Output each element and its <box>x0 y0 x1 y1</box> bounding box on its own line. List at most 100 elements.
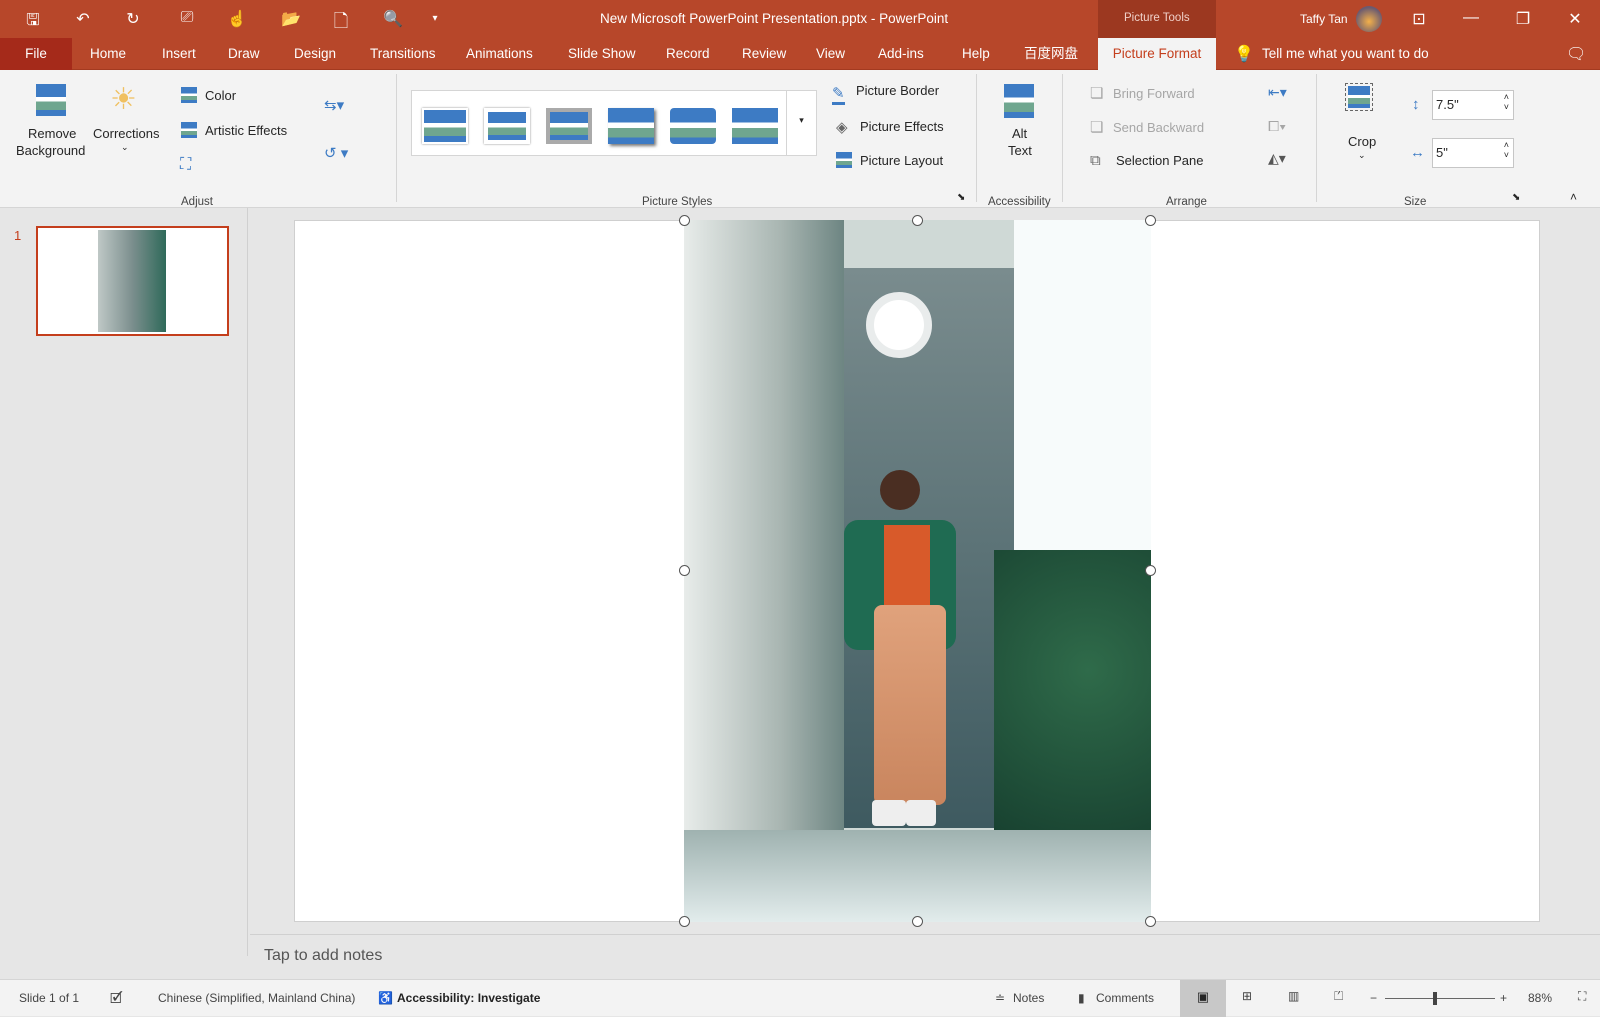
notes-button[interactable]: Notes <box>1013 991 1044 1005</box>
selection-pane-button[interactable]: Selection Pane <box>1116 153 1203 168</box>
zoom-slider-thumb[interactable] <box>1433 992 1437 1005</box>
tab-help[interactable]: Help <box>952 38 1000 70</box>
gallery-more-icon[interactable]: ▾ <box>786 91 816 155</box>
color-button[interactable]: Color <box>205 88 236 103</box>
spinner-icon[interactable]: ˄ ˅ <box>1504 140 1509 160</box>
spell-check-icon[interactable]: 🗹 <box>110 988 123 1012</box>
change-picture-icon[interactable]: ⇆▾ <box>324 96 344 114</box>
resize-handle[interactable] <box>1145 916 1156 927</box>
slide-thumbnail[interactable] <box>36 226 229 336</box>
picture-styles-gallery[interactable]: ▾ <box>411 90 817 156</box>
resize-handle[interactable] <box>912 215 923 226</box>
user-name[interactable]: Taffy Tan <box>1300 12 1348 26</box>
tell-me-input[interactable]: Tell me what you want to do <box>1262 46 1429 61</box>
bring-forward-button[interactable]: Bring Forward <box>1113 86 1195 101</box>
tab-file[interactable]: File <box>0 38 72 70</box>
spinner-icon[interactable]: ˄ ˅ <box>1504 92 1509 112</box>
resize-handle[interactable] <box>679 916 690 927</box>
crop-button[interactable]: Crop <box>1348 134 1376 149</box>
corrections-icon: ☀ <box>110 83 137 116</box>
tab-transitions[interactable]: Transitions <box>360 38 446 70</box>
remove-background-button[interactable]: Remove <box>28 126 76 141</box>
new-icon[interactable]: 🗋 <box>330 9 352 39</box>
avatar[interactable] <box>1356 6 1382 32</box>
collapse-ribbon-icon[interactable]: ˄ <box>1570 190 1577 204</box>
zoom-out-icon[interactable]: − <box>1370 991 1377 1005</box>
artistic-effects-button[interactable]: Artistic Effects <box>205 123 287 138</box>
tab-review[interactable]: Review <box>732 38 796 70</box>
tab-baidu[interactable]: 百度网盘 <box>1014 38 1088 70</box>
slide-sorter-icon[interactable]: ⊞ <box>1242 989 1252 1003</box>
tab-add-ins[interactable]: Add-ins <box>868 38 934 70</box>
chevron-down-icon[interactable]: ⌄ <box>121 142 129 153</box>
group-icon[interactable]: ⧠▾ <box>1268 118 1286 135</box>
tab-home[interactable]: Home <box>80 38 136 70</box>
width-value[interactable]: 5" <box>1436 145 1448 160</box>
notes-pane[interactable]: Tap to add notes <box>250 934 1600 978</box>
notes-placeholder[interactable]: Tap to add notes <box>264 947 382 965</box>
save-icon[interactable]: 🖫 <box>22 9 44 36</box>
tab-record[interactable]: Record <box>656 38 720 70</box>
width-input[interactable]: 5" ˄ ˅ <box>1432 138 1514 168</box>
picture-style-5[interactable] <box>670 108 716 144</box>
alt-text-button[interactable]: Alt <box>1012 126 1027 141</box>
tab-picture-format[interactable]: Picture Format <box>1098 38 1216 71</box>
tab-view[interactable]: View <box>806 38 855 70</box>
send-backward-button[interactable]: Send Backward <box>1113 120 1204 135</box>
print-preview-icon[interactable]: 🔍 <box>382 9 404 29</box>
touch-mode-icon[interactable]: ☝ <box>226 9 248 29</box>
reading-view-icon[interactable]: ▥ <box>1288 989 1299 1003</box>
alt-text-icon <box>1004 84 1034 118</box>
comments-button[interactable]: Comments <box>1096 991 1154 1005</box>
dialog-launcher-icon[interactable]: ⬊ <box>957 192 965 203</box>
remove-background-label[interactable]: Background <box>16 143 85 158</box>
redo-icon[interactable]: ↻ <box>122 9 144 29</box>
resize-handle[interactable] <box>679 215 690 226</box>
picture-style-3[interactable] <box>546 108 592 144</box>
resize-handle[interactable] <box>912 916 923 927</box>
zoom-level[interactable]: 88% <box>1528 991 1552 1005</box>
fit-to-window-icon[interactable]: ⛶ <box>1578 989 1586 1004</box>
tab-animations[interactable]: Animations <box>456 38 543 70</box>
slide-show-icon[interactable]: ⏍ <box>1334 989 1343 1004</box>
open-icon[interactable]: 📂 <box>280 9 302 29</box>
zoom-slider[interactable] <box>1385 992 1495 1005</box>
restore-icon[interactable]: ❐ <box>1512 9 1534 29</box>
picture-style-6[interactable] <box>732 108 778 144</box>
normal-view-icon[interactable]: ▣ <box>1180 980 1226 1017</box>
align-icon[interactable]: ⇤▾ <box>1268 84 1287 101</box>
dialog-launcher-icon[interactable]: ⬊ <box>1512 192 1520 203</box>
undo-icon[interactable]: ↶ <box>72 9 94 29</box>
resize-handle[interactable] <box>1145 215 1156 226</box>
corrections-button[interactable]: Corrections <box>93 126 159 141</box>
tab-insert[interactable]: Insert <box>152 38 206 70</box>
reset-picture-icon[interactable]: ↺ ▾ <box>324 144 348 162</box>
picture-layout-button[interactable]: Picture Layout <box>860 153 943 168</box>
accessibility-status[interactable]: Accessibility: Investigate <box>397 991 540 1005</box>
picture-style-2[interactable] <box>484 108 530 144</box>
tab-draw[interactable]: Draw <box>218 38 270 70</box>
minimize-icon[interactable]: — <box>1460 9 1482 27</box>
picture-border-button[interactable]: Picture Border <box>856 83 939 98</box>
resize-handle[interactable] <box>679 565 690 576</box>
ribbon-display-icon[interactable]: ⊡ <box>1408 9 1430 29</box>
zoom-in-icon[interactable]: + <box>1500 991 1507 1005</box>
comments-icon[interactable]: 🗨 <box>1566 44 1586 64</box>
picture-style-1[interactable] <box>422 108 468 144</box>
rotate-icon[interactable]: ◭▾ <box>1268 150 1286 167</box>
customize-icon[interactable]: ▾ <box>424 13 446 24</box>
present-icon[interactable]: ⎚ <box>176 9 198 27</box>
height-input[interactable]: 7.5" ˄ ˅ <box>1432 90 1514 120</box>
tab-slide-show[interactable]: Slide Show <box>558 38 646 70</box>
picture-style-4[interactable] <box>608 108 654 144</box>
selected-picture[interactable] <box>684 220 1151 922</box>
compress-pictures-icon[interactable]: ⛶ <box>180 156 191 174</box>
picture-effects-button[interactable]: Picture Effects <box>860 119 944 134</box>
language-status[interactable]: Chinese (Simplified, Mainland China) <box>158 991 355 1005</box>
alt-text-label[interactable]: Text <box>1008 143 1032 158</box>
chevron-down-icon[interactable]: ⌄ <box>1358 150 1366 161</box>
resize-handle[interactable] <box>1145 565 1156 576</box>
close-icon[interactable]: ✕ <box>1564 9 1586 29</box>
tab-design[interactable]: Design <box>284 38 346 70</box>
height-value[interactable]: 7.5" <box>1436 97 1459 112</box>
